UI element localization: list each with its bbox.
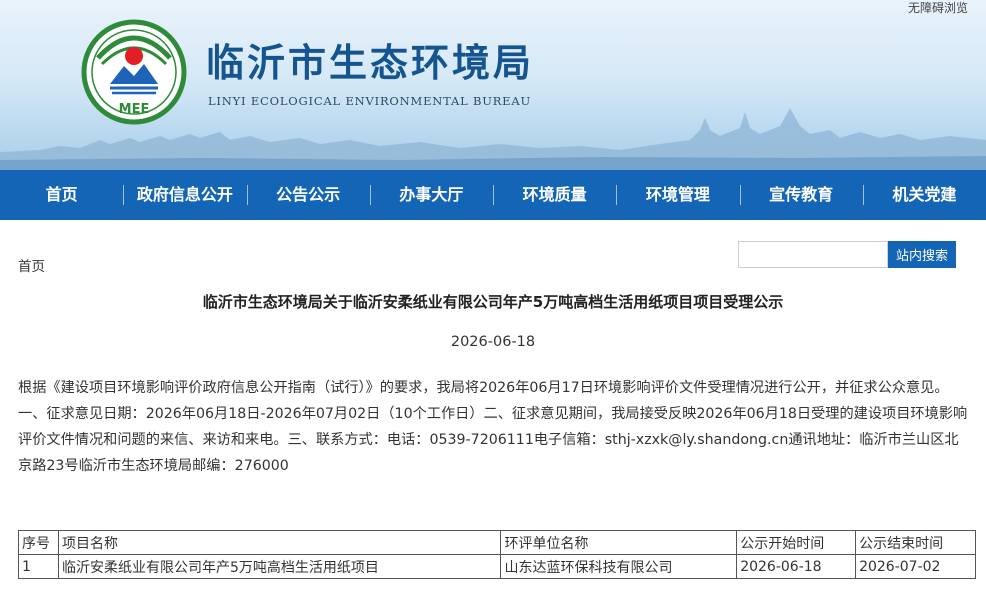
breadcrumb[interactable]: 首页 xyxy=(18,255,45,275)
table-row: 1 临沂安柔纸业有限公司年产5万吨高档生活用纸项目 山东达蓝环保科技有限公司 2… xyxy=(18,554,976,579)
header-start-date: 公示开始时间 xyxy=(736,530,857,555)
table-header-row: 序号 项目名称 环评单位名称 公示开始时间 公示结束时间 xyxy=(18,530,976,555)
article-body: 根据《建设项目环境影响评价政府信息公开指南（试行）》的要求，我局将2026年06… xyxy=(18,380,968,474)
nav-item-party-building[interactable]: 机关党建 xyxy=(862,170,986,220)
header-eia-unit: 环评单位名称 xyxy=(500,530,738,555)
nav-item-gov-info[interactable]: 政府信息公开 xyxy=(123,170,246,220)
nav-item-env-quality[interactable]: 环境质量 xyxy=(493,170,616,220)
nav-item-home[interactable]: 首页 xyxy=(0,170,123,220)
project-table: 序号 项目名称 环评单位名称 公示开始时间 公示结束时间 1 临沂安柔纸业有限公… xyxy=(18,530,976,579)
main-nav: 首页 政府信息公开 公告公示 办事大厅 环境质量 环境管理 宣传教育 机关党建 xyxy=(0,170,986,220)
svg-text:MEE: MEE xyxy=(119,102,150,117)
header-project-name: 项目名称 xyxy=(57,530,502,555)
nav-item-service-hall[interactable]: 办事大厅 xyxy=(369,170,493,220)
nav-item-env-management[interactable]: 环境管理 xyxy=(616,170,739,220)
cell-serial: 1 xyxy=(18,554,59,579)
nav-item-announcements[interactable]: 公告公示 xyxy=(246,170,370,220)
site-header: 无障碍浏览 MEE 临沂市生态环境局 LINYI ECOLOGICAL ENVI… xyxy=(0,0,986,170)
cell-project-name: 临沂安柔纸业有限公司年产5万吨高档生活用纸项目 xyxy=(57,554,502,579)
cell-eia-unit: 山东达蓝环保科技有限公司 xyxy=(500,554,738,579)
article-title: 临沂市生态环境局关于临沂安柔纸业有限公司年产5万吨高档生活用纸项目项目受理公示 xyxy=(202,293,784,311)
search-input[interactable] xyxy=(738,241,888,268)
article-date: 2026-06-18 xyxy=(450,334,536,350)
accessible-browse-link[interactable]: 无障碍浏览 xyxy=(908,0,968,16)
site-title: 临沂市生态环境局 xyxy=(206,41,535,85)
cell-start-date: 2026-06-18 xyxy=(736,554,857,579)
header-end-date: 公示结束时间 xyxy=(855,530,976,555)
bureau-logo: MEE xyxy=(81,19,187,125)
cell-end-date: 2026-07-02 xyxy=(855,554,976,579)
site-subtitle: LINYI ECOLOGICAL ENVIRONMENTAL BUREAU xyxy=(208,94,531,108)
header-serial: 序号 xyxy=(18,530,59,555)
search-button[interactable]: 站内搜索 xyxy=(888,241,956,268)
nav-item-publicity[interactable]: 宣传教育 xyxy=(739,170,863,220)
